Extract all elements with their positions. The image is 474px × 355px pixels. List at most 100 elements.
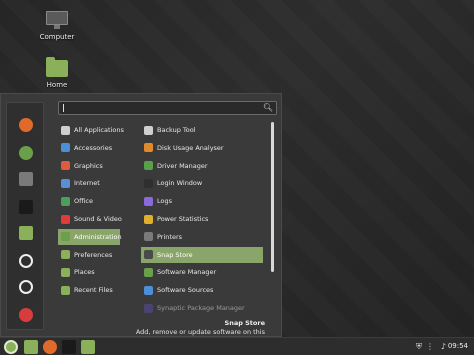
terminal-icon xyxy=(19,200,33,214)
app-item[interactable]: Power Statistics xyxy=(141,211,263,227)
clock[interactable]: 09:54 xyxy=(448,342,468,350)
category-label: Graphics xyxy=(74,161,103,170)
category-item[interactable]: Accessories xyxy=(58,140,120,156)
favorite-software-manager[interactable] xyxy=(14,141,38,165)
favorite-terminal[interactable] xyxy=(14,195,38,219)
category-label: Recent Files xyxy=(74,286,113,295)
desktop-icon-home[interactable]: Home xyxy=(37,57,77,89)
computer-icon xyxy=(46,11,68,29)
app-item[interactable]: Backup Tool xyxy=(141,122,263,138)
accessories-icon xyxy=(61,143,70,153)
internet-icon xyxy=(61,178,70,188)
app-label: Backup Tool xyxy=(157,126,196,134)
app-item[interactable]: Synaptic Package Manager xyxy=(141,300,263,316)
favorite-files[interactable] xyxy=(14,221,38,245)
app-label: Login Window xyxy=(157,179,203,188)
app-label: Driver Manager xyxy=(157,161,208,170)
favorite-firefox[interactable] xyxy=(14,113,38,137)
admin-icon xyxy=(61,232,70,242)
app-label: Synaptic Package Manager xyxy=(157,304,245,312)
favorite-settings[interactable] xyxy=(14,167,38,191)
app-label: Logs xyxy=(157,197,172,206)
printer-icon xyxy=(144,232,153,242)
category-label: Administration xyxy=(74,232,122,241)
folder-icon xyxy=(46,57,68,77)
application-menu: 🔍︎ All Applications Accessories Graphics In… xyxy=(0,93,282,344)
shield-icon[interactable]: ⛨ xyxy=(416,342,422,352)
app-item[interactable]: Printers xyxy=(141,229,263,245)
volume-icon[interactable]: ♪ xyxy=(441,342,446,351)
text-cursor xyxy=(63,104,64,112)
category-item[interactable]: Office xyxy=(58,193,120,209)
app-item[interactable]: Login Window xyxy=(141,175,263,191)
network-icon[interactable]: ⋮ xyxy=(426,342,434,351)
category-item[interactable]: Administration xyxy=(58,228,122,245)
category-item[interactable]: Sound & Video xyxy=(58,211,122,227)
backup-icon xyxy=(144,125,153,135)
power-stats-icon xyxy=(144,214,153,224)
favorites-bar xyxy=(6,102,44,330)
logs-icon xyxy=(144,196,153,206)
desktop-icon-label: Home xyxy=(46,81,68,89)
app-label: Disk Usage Analyser xyxy=(157,143,224,152)
software-manager-icon xyxy=(144,267,153,277)
app-item[interactable]: Disk Usage Analyser xyxy=(141,140,263,156)
scrollbar[interactable] xyxy=(271,122,274,272)
lock-icon xyxy=(19,254,33,268)
driver-icon xyxy=(144,161,153,171)
category-item[interactable]: All Applications xyxy=(58,122,124,138)
preferences-icon xyxy=(61,250,70,260)
favorite-lock[interactable] xyxy=(14,249,38,273)
menu-icon[interactable] xyxy=(4,340,18,354)
category-item[interactable]: Internet xyxy=(58,175,120,191)
category-label: All Applications xyxy=(74,126,124,134)
desktop-icon-label: Computer xyxy=(39,33,75,41)
search-input[interactable]: 🔍︎ xyxy=(58,101,277,115)
software-manager-icon xyxy=(19,146,33,160)
app-item[interactable]: Software Manager xyxy=(141,264,263,280)
app-label: Software Sources xyxy=(157,286,214,295)
firefox-icon xyxy=(19,118,33,132)
app-item[interactable]: Driver Manager xyxy=(141,158,263,174)
favorite-logout[interactable] xyxy=(14,275,38,299)
search-icon: 🔍︎ xyxy=(262,103,273,112)
snap-icon xyxy=(144,250,153,260)
favorite-shutdown[interactable] xyxy=(14,303,38,327)
category-item[interactable]: Places xyxy=(58,264,120,280)
category-label: Accessories xyxy=(74,143,113,152)
files-icon xyxy=(19,226,33,240)
office-icon xyxy=(61,196,70,206)
terminal-icon[interactable] xyxy=(62,340,76,354)
app-label: Printers xyxy=(157,232,183,241)
app-label: Software Manager xyxy=(157,268,217,277)
app-label: Snap Store xyxy=(157,250,193,259)
category-label: Places xyxy=(74,268,95,277)
category-label: Office xyxy=(74,197,93,206)
media-icon xyxy=(61,214,70,224)
category-label: Internet xyxy=(74,179,100,188)
folder-icon[interactable] xyxy=(81,340,95,354)
app-item[interactable]: Logs xyxy=(141,193,263,209)
logout-icon xyxy=(19,280,33,294)
login-icon xyxy=(144,178,153,188)
folder-icon xyxy=(61,285,70,295)
app-item[interactable]: Snap Store xyxy=(141,246,263,263)
bottom-panel: ⛨ ⋮ ♪ 09:54 xyxy=(0,337,474,355)
folder-icon xyxy=(61,267,70,277)
app-description-title: Snap Store xyxy=(224,319,265,327)
software-sources-icon xyxy=(144,285,153,295)
desktop-icon-computer[interactable]: Computer xyxy=(37,11,77,41)
firefox-icon[interactable] xyxy=(43,340,57,354)
app-label: Power Statistics xyxy=(157,215,209,223)
app-item[interactable]: Software Sources xyxy=(141,282,263,298)
files-icon[interactable] xyxy=(24,340,38,354)
shutdown-icon xyxy=(19,308,33,322)
settings-icon xyxy=(19,172,33,186)
synaptic-icon xyxy=(144,303,153,313)
category-item[interactable]: Preferences xyxy=(58,247,120,263)
grid-icon xyxy=(61,125,70,135)
category-item[interactable]: Recent Files xyxy=(58,282,120,298)
category-label: Sound & Video xyxy=(74,215,122,223)
category-item[interactable]: Graphics xyxy=(58,158,120,174)
category-label: Preferences xyxy=(74,250,113,259)
